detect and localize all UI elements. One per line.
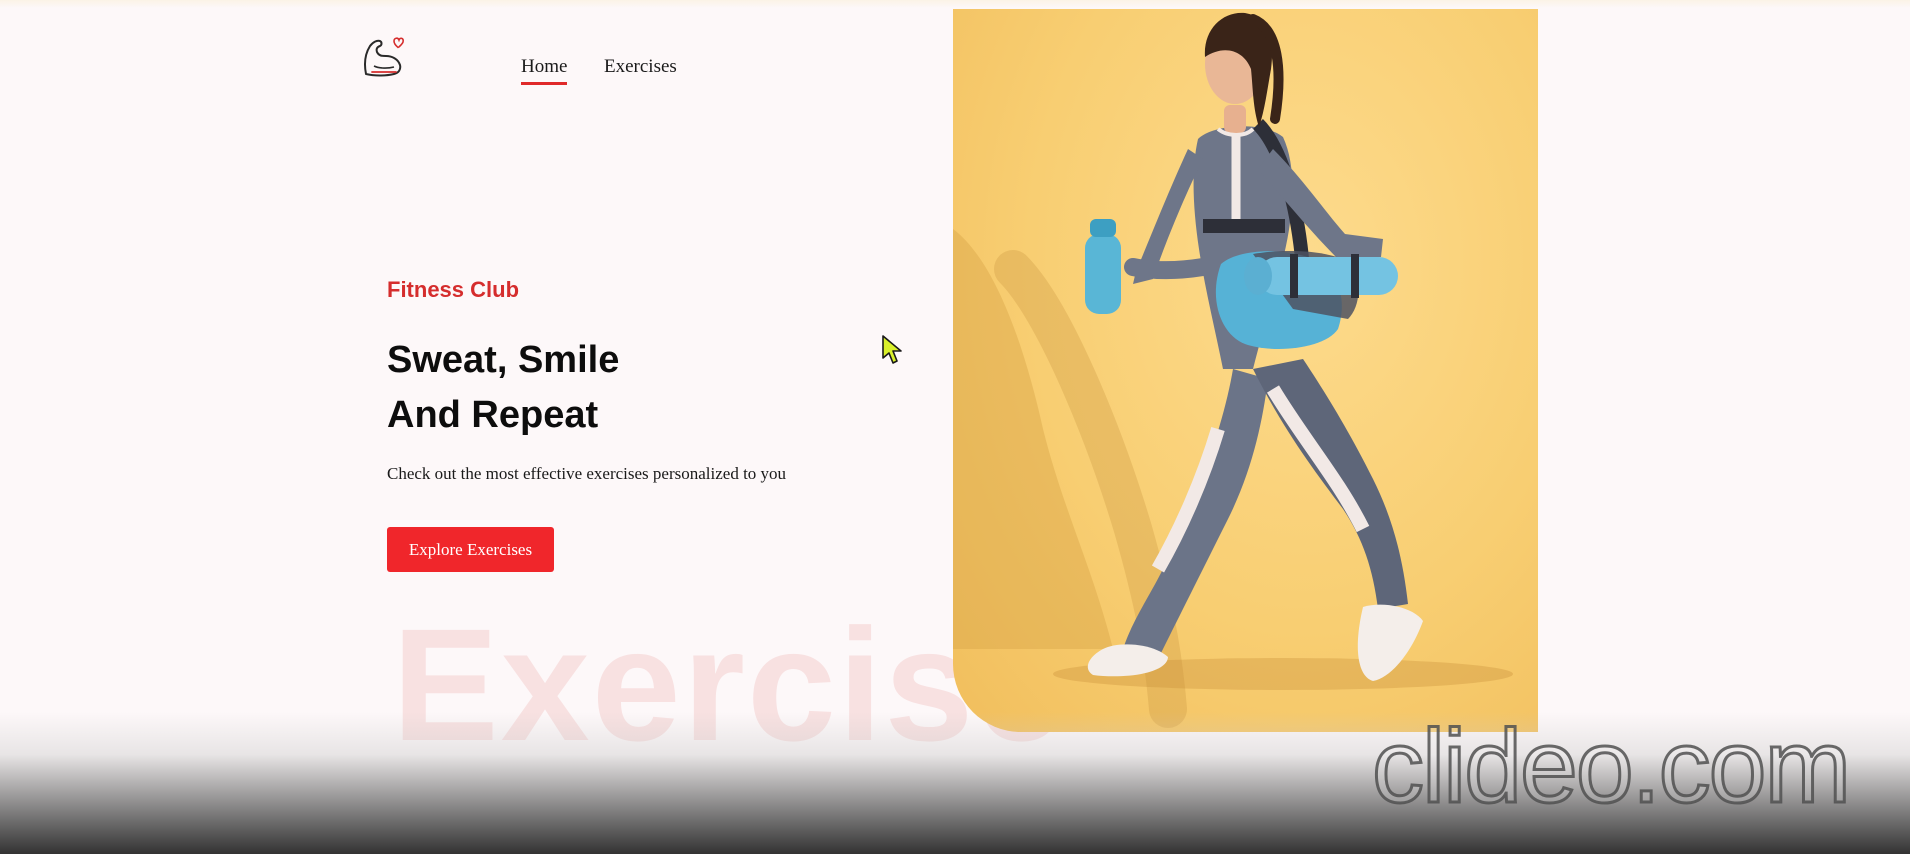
hero-headline-line-1: Sweat, Smile — [387, 339, 620, 381]
nav-link-exercises[interactable]: Exercises — [604, 56, 677, 78]
hero-eyebrow: Fitness Club — [387, 277, 520, 302]
hero-headline-line-2: And Repeat — [387, 394, 599, 436]
explore-exercises-button[interactable]: Explore Exercises — [387, 527, 554, 572]
woman-walking-with-gym-bag-image — [953, 9, 1538, 732]
mouse-cursor-icon — [881, 334, 903, 366]
flexed-arm-heart-icon[interactable] — [360, 34, 406, 80]
hero-headline: Sweat, Smile And Repeat — [387, 333, 619, 443]
page: Home Exercises Exercise Fitness Club Swe… — [0, 0, 1910, 854]
hero-subtitle: Check out the most effective exercises p… — [387, 464, 787, 483]
watermark: clideo.com — [1370, 709, 1852, 825]
nav-link-home[interactable]: Home — [521, 56, 568, 85]
top-strip — [0, 0, 1910, 8]
